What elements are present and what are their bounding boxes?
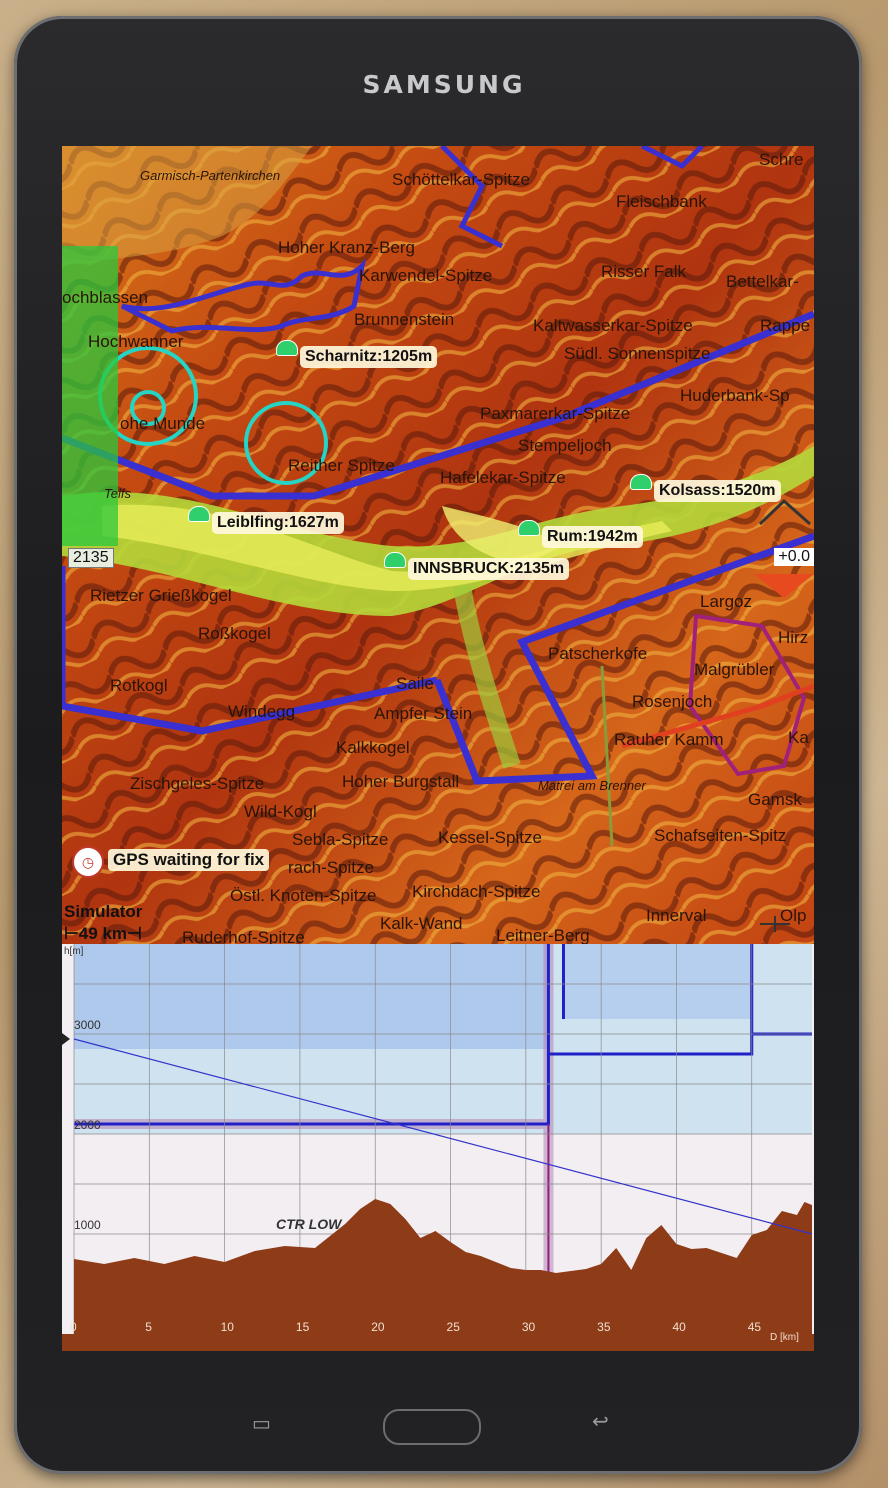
peak-label: Rauher Kamm — [614, 730, 724, 749]
y-axis-label: h[m] — [64, 946, 84, 957]
airfield-icon[interactable] — [630, 474, 652, 490]
peak-label: Südl. Sonnenspitze — [564, 344, 711, 363]
peak-label: Hoher Burgstall — [342, 772, 460, 791]
airfield-icon[interactable] — [276, 340, 298, 356]
peak-label: Östl. Knoten-Spitze — [230, 886, 377, 905]
peak-label: ohe Munde — [120, 414, 206, 433]
peak-label: Wild-Kogl — [244, 802, 317, 821]
peak-label: Kirchdach-Spitze — [412, 882, 541, 901]
peak-label: Malgrübler — [694, 660, 775, 679]
peak-label: Windegg — [228, 702, 296, 721]
peak-label: Rosenjoch — [632, 692, 713, 711]
y-tick-label: 3000 — [74, 1018, 101, 1032]
peak-label: Kalkkogel — [336, 738, 410, 757]
peak-label: Hirz — [778, 628, 809, 647]
peak-label: Gamsk — [748, 790, 802, 809]
vario-readout: +0.0 — [774, 548, 814, 566]
peak-label: Saile — [396, 674, 434, 693]
peak-label: Kaltwasserkar-Spitze — [533, 316, 693, 335]
peak-label: Patscherkofe — [548, 644, 648, 663]
map-scale: ⊢49 km⊣ — [64, 924, 142, 943]
peak-label: Paxmarerkar-Spitze — [480, 404, 631, 423]
waypoint-label[interactable]: Leiblfing:1627m — [212, 512, 344, 534]
peak-label: Bettelkar- — [726, 272, 799, 291]
x-axis-label: D [km] — [770, 1332, 799, 1343]
peak-label: Matrei am Brenner — [538, 778, 646, 793]
peak-label: Garmisch-Partenkirchen — [140, 168, 281, 183]
x-tick-label: 40 — [672, 1320, 686, 1334]
peak-label: Olp — [780, 906, 807, 925]
peak-label: ochblassen — [62, 288, 149, 307]
profile-chart — [62, 944, 814, 1351]
x-tick-label: 45 — [747, 1320, 762, 1334]
gps-icon: ◷ — [72, 846, 104, 878]
x-tick-label: 0 — [70, 1320, 77, 1334]
peak-label: Telfs — [104, 486, 131, 501]
airfield-icon[interactable] — [188, 506, 210, 522]
peak-label: Kessel-Spitze — [438, 828, 542, 847]
simulator-label: Simulator — [64, 902, 143, 921]
peak-label: Ruderhof-Spitze — [182, 928, 305, 944]
waypoint-label[interactable]: Scharnitz:1205m — [300, 346, 438, 368]
x-tick-label: 25 — [446, 1320, 460, 1334]
peak-label: Schöttelkar-Spitze — [392, 170, 530, 189]
x-tick-label: 15 — [295, 1320, 310, 1334]
peak-label: Rietzer Grießkogel — [90, 586, 232, 605]
peak-label: Hoher Kranz-Berg — [278, 238, 416, 257]
x-tick-label: 10 — [220, 1320, 234, 1334]
peak-label: Zischgeles-Spitze — [130, 774, 265, 793]
y-tick-label: 2000 — [74, 1118, 101, 1132]
peak-label: Brunnenstein — [354, 310, 455, 329]
peak-label: Leitner-Berg — [496, 926, 590, 944]
peak-label: Huderbank-Sp — [680, 386, 790, 405]
moving-map[interactable]: Garmisch-Partenkirchen Schöttelkar-Spitze… — [62, 146, 814, 944]
peak-label: Fleischbank — [616, 192, 707, 211]
airspace-box — [563, 944, 752, 1019]
peak-label: Stempeljoch — [518, 436, 612, 455]
peak-label: Hochwanner — [88, 332, 184, 351]
peak-label: Innerval — [646, 906, 707, 925]
cross-section-profile[interactable]: h[m] 3000 2000 1000 0 5 10 15 20 25 30 35 40 45 D [km]… — [62, 944, 814, 1351]
peak-label: Rotkogl — [110, 676, 168, 695]
brand-logo: SAMSUNG — [362, 70, 526, 99]
recent-apps-icon[interactable]: ▭ — [252, 1411, 271, 1436]
peak-label: Roßkogel — [198, 624, 271, 643]
x-tick-label: 30 — [521, 1320, 536, 1334]
waypoint-label[interactable]: INNSBRUCK:2135m — [408, 558, 570, 580]
peak-label: rach-Spitze — [288, 858, 374, 877]
peak-label: Sebla-Spitze — [292, 830, 389, 849]
peak-label: Schafseiten-Spitz — [654, 826, 787, 845]
waypoint-label[interactable]: Kolsass:1520m — [654, 480, 781, 502]
peak-label: Kalk-Wand — [380, 914, 463, 933]
back-icon[interactable]: ↩ — [592, 1409, 609, 1434]
peak-label: Risser Falk — [601, 262, 687, 281]
waypoint-label[interactable]: Rum:1942m — [542, 526, 643, 548]
airspace-label: CTR LOW — [276, 1216, 342, 1232]
peak-label: Ampfer Stein — [374, 704, 473, 723]
screen: Garmisch-Partenkirchen Schöttelkar-Spitze… — [62, 146, 814, 1351]
peak-label: Largoz — [700, 592, 752, 611]
y-tick-label: 1000 — [74, 1218, 101, 1232]
airfield-icon[interactable] — [518, 520, 540, 536]
terrain-base — [62, 1334, 814, 1351]
x-tick-label: 20 — [371, 1320, 385, 1334]
x-tick-label: 35 — [597, 1320, 611, 1334]
gps-status-text: GPS waiting for fix — [108, 849, 270, 871]
peak-label: Ka — [788, 728, 809, 747]
peak-label: Reither Spitze — [288, 456, 395, 475]
peak-label: Hafelekar-Spitze — [440, 468, 566, 487]
peak-label: Schre — [759, 150, 804, 169]
peak-label: Karwendel-Spitze — [359, 266, 493, 285]
x-tick-label: 5 — [145, 1320, 152, 1334]
airfield-icon[interactable] — [384, 552, 406, 568]
home-button[interactable] — [383, 1409, 481, 1445]
airspace-box — [74, 944, 549, 1049]
altitude-tag: 2135 — [68, 548, 114, 568]
peak-label: Rappe — [760, 316, 811, 335]
